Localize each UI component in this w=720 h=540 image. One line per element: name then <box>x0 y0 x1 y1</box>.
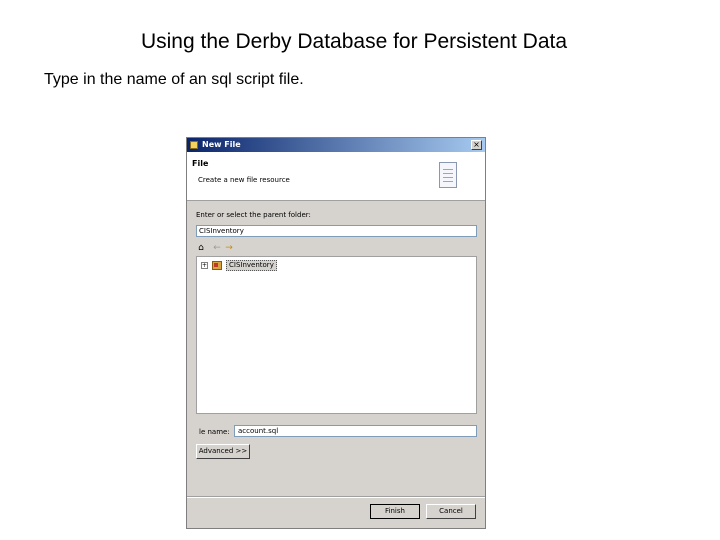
title-bar[interactable]: New File × <box>187 138 485 152</box>
home-icon[interactable]: ⌂ <box>196 243 206 253</box>
project-folder-icon <box>212 261 222 270</box>
file-name-label: le name: <box>199 428 230 436</box>
finish-button[interactable]: Finish <box>370 504 420 519</box>
window-icon <box>190 141 198 149</box>
parent-folder-label: Enter or select the parent folder: <box>196 211 311 219</box>
new-file-icon <box>439 162 457 188</box>
file-name-input[interactable] <box>234 425 477 437</box>
close-icon[interactable]: × <box>471 140 482 150</box>
forward-arrow-icon[interactable]: → <box>224 243 234 253</box>
new-file-dialog: New File × File Create a new file resour… <box>186 137 486 529</box>
slide-title: Using the Derby Database for Persistent … <box>140 30 568 53</box>
back-arrow-icon[interactable]: ← <box>212 243 222 253</box>
cancel-button[interactable]: Cancel <box>426 504 476 519</box>
button-separator <box>187 496 485 498</box>
tree-item-label[interactable]: CISInventory <box>226 260 277 271</box>
parent-folder-input[interactable] <box>196 225 477 237</box>
banner-heading: File <box>192 159 209 168</box>
advanced-button[interactable]: Advanced >> <box>196 444 250 459</box>
folder-tree[interactable]: + CISInventory <box>196 256 477 414</box>
expand-icon[interactable]: + <box>201 262 208 269</box>
banner-description: Create a new file resource <box>198 176 290 184</box>
wizard-banner: File Create a new file resource <box>187 152 485 201</box>
slide-caption: Type in the name of an sql script file. <box>44 71 304 88</box>
window-title: New File <box>202 140 241 149</box>
